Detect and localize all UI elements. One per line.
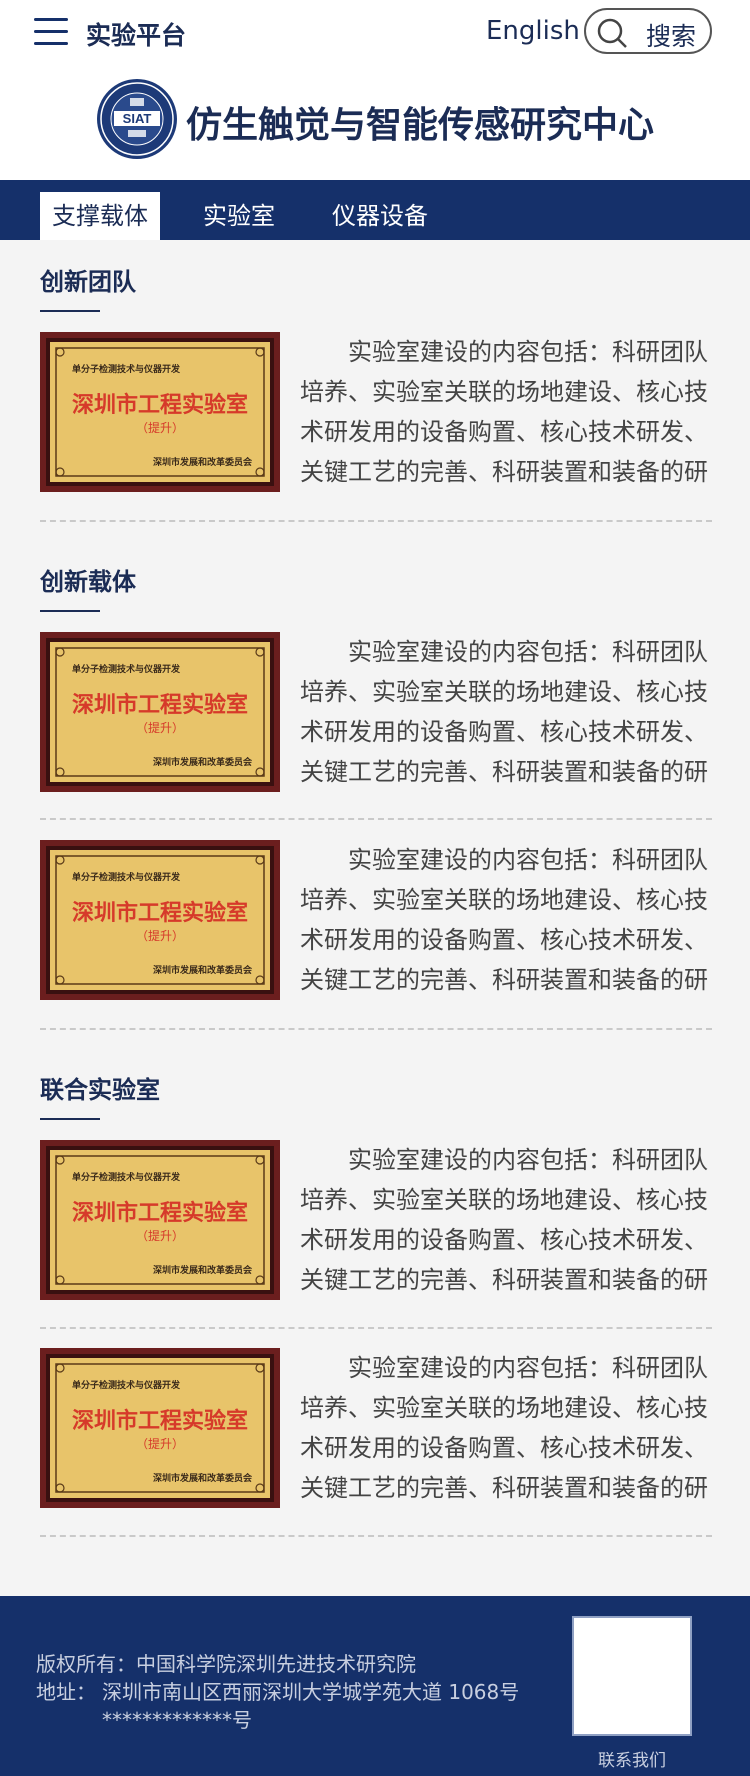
tab-equipment[interactable]: 仪器设备 <box>332 192 428 240</box>
footer-address: 深圳市南山区西丽深圳大学城学苑大道 1068号 <box>102 1680 520 1704</box>
divider <box>40 818 712 820</box>
nav-bar: 支撑载体 实验室 仪器设备 <box>0 180 750 240</box>
svg-text:（提升）: （提升） <box>136 1228 184 1243</box>
list-item: 单分子检测技术与仪器开发深圳市工程实验室 （提升） 深圳市发展和改革委员会 实验室建… <box>40 332 712 492</box>
svg-text:单分子检测技术与仪器开发: 单分子检测技术与仪器开发 <box>72 1171 181 1183</box>
header: 实验平台 English 搜索 SIAT 仿生触觉与智能传感研究中心 <box>0 0 750 180</box>
english-link[interactable]: English <box>486 16 580 46</box>
plaque-image[interactable]: 单分子检测技术与仪器开发深圳市工程实验室 （提升） 深圳市发展和改革委员会 <box>40 632 280 792</box>
section-title: 创新团队 <box>40 268 136 296</box>
section-underline <box>40 610 100 612</box>
svg-text:单分子检测技术与仪器开发: 单分子检测技术与仪器开发 <box>72 663 181 675</box>
svg-text:深圳市发展和改革委员会: 深圳市发展和改革委员会 <box>153 1472 253 1484</box>
svg-text:（提升）: （提升） <box>136 928 184 943</box>
tab-lab[interactable]: 实验室 <box>203 192 275 240</box>
item-description[interactable]: 实验室建设的内容包括：科研团队培养、实验室关联的场地建设、核心技术研发用的设备购… <box>300 1348 712 1508</box>
item-description[interactable]: 实验室建设的内容包括：科研团队培养、实验室关联的场地建设、核心技术研发用的设备购… <box>300 632 712 792</box>
list-item: 单分子检测技术与仪器开发深圳市工程实验室 （提升） 深圳市发展和改革委员会 实验室建… <box>40 1140 712 1300</box>
svg-text:深圳市工程实验室: 深圳市工程实验室 <box>72 1408 248 1434</box>
search-label: 搜索 <box>646 22 697 51</box>
svg-text:深圳市发展和改革委员会: 深圳市发展和改革委员会 <box>153 756 253 768</box>
siat-logo: SIAT <box>97 79 177 159</box>
menu-icon[interactable] <box>34 18 68 46</box>
item-description[interactable]: 实验室建设的内容包括：科研团队培养、实验室关联的场地建设、核心技术研发用的设备购… <box>300 1140 712 1300</box>
svg-text:（提升）: （提升） <box>136 720 184 735</box>
plaque-image[interactable]: 单分子检测技术与仪器开发深圳市工程实验室 （提升） 深圳市发展和改革委员会 <box>40 840 280 1000</box>
footer-address-2: *************号 <box>102 1708 252 1732</box>
divider <box>40 1535 712 1537</box>
platform-title: 实验平台 <box>86 21 187 50</box>
svg-text:深圳市发展和改革委员会: 深圳市发展和改革委员会 <box>153 964 253 976</box>
contact-link[interactable]: 联系我们 <box>572 1746 692 1771</box>
section-title: 联合实验室 <box>40 1076 160 1104</box>
divider <box>40 1028 712 1030</box>
footer-copyright: 版权所有：中国科学院深圳先进技术研究院 <box>36 1652 416 1676</box>
search-icon <box>597 18 627 48</box>
svg-text:（提升）: （提升） <box>136 420 184 435</box>
qr-code <box>572 1616 692 1736</box>
svg-text:深圳市工程实验室: 深圳市工程实验室 <box>72 1200 248 1226</box>
list-item: 单分子检测技术与仪器开发深圳市工程实验室 （提升） 深圳市发展和改革委员会 实验室建… <box>40 632 712 792</box>
list-item: 单分子检测技术与仪器开发深圳市工程实验室 （提升） 深圳市发展和改革委员会 实验室建… <box>40 840 712 1000</box>
item-description[interactable]: 实验室建设的内容包括：科研团队培养、实验室关联的场地建设、核心技术研发用的设备购… <box>300 840 712 1000</box>
search-button[interactable]: 搜索 <box>584 8 712 54</box>
section-underline <box>40 1118 100 1120</box>
svg-text:（提升）: （提升） <box>136 1436 184 1451</box>
section-underline <box>40 310 100 312</box>
section-title: 创新载体 <box>40 568 136 596</box>
divider <box>40 1327 712 1329</box>
footer-address-label: 地址： <box>36 1680 96 1704</box>
svg-text:单分子检测技术与仪器开发: 单分子检测技术与仪器开发 <box>72 363 181 375</box>
plaque-image[interactable]: 单分子检测技术与仪器开发深圳市工程实验室 （提升） 深圳市发展和改革委员会 <box>40 1348 280 1508</box>
plaque-image[interactable]: 单分子检测技术与仪器开发深圳市工程实验室 （提升） 深圳市发展和改革委员会 <box>40 332 280 492</box>
footer: 版权所有：中国科学院深圳先进技术研究院 地址： 深圳市南山区西丽深圳大学城学苑大… <box>0 1596 750 1776</box>
svg-text:深圳市发展和改革委员会: 深圳市发展和改革委员会 <box>153 1264 253 1276</box>
svg-text:深圳市工程实验室: 深圳市工程实验室 <box>72 900 248 926</box>
svg-text:深圳市发展和改革委员会: 深圳市发展和改革委员会 <box>153 456 253 468</box>
divider <box>40 520 712 522</box>
item-description[interactable]: 实验室建设的内容包括：科研团队培养、实验室关联的场地建设、核心技术研发用的设备购… <box>300 332 712 492</box>
plaque-image[interactable]: 单分子检测技术与仪器开发深圳市工程实验室 （提升） 深圳市发展和改革委员会 <box>40 1140 280 1300</box>
tab-support[interactable]: 支撑载体 <box>40 192 160 240</box>
svg-text:SIAT: SIAT <box>123 111 152 126</box>
svg-text:深圳市工程实验室: 深圳市工程实验室 <box>72 692 248 718</box>
svg-text:深圳市工程实验室: 深圳市工程实验室 <box>72 392 248 418</box>
list-item: 单分子检测技术与仪器开发深圳市工程实验室 （提升） 深圳市发展和改革委员会 实验室建… <box>40 1348 712 1508</box>
center-title: 仿生触觉与智能传感研究中心 <box>186 105 655 146</box>
svg-text:单分子检测技术与仪器开发: 单分子检测技术与仪器开发 <box>72 871 181 883</box>
svg-text:单分子检测技术与仪器开发: 单分子检测技术与仪器开发 <box>72 1379 181 1391</box>
